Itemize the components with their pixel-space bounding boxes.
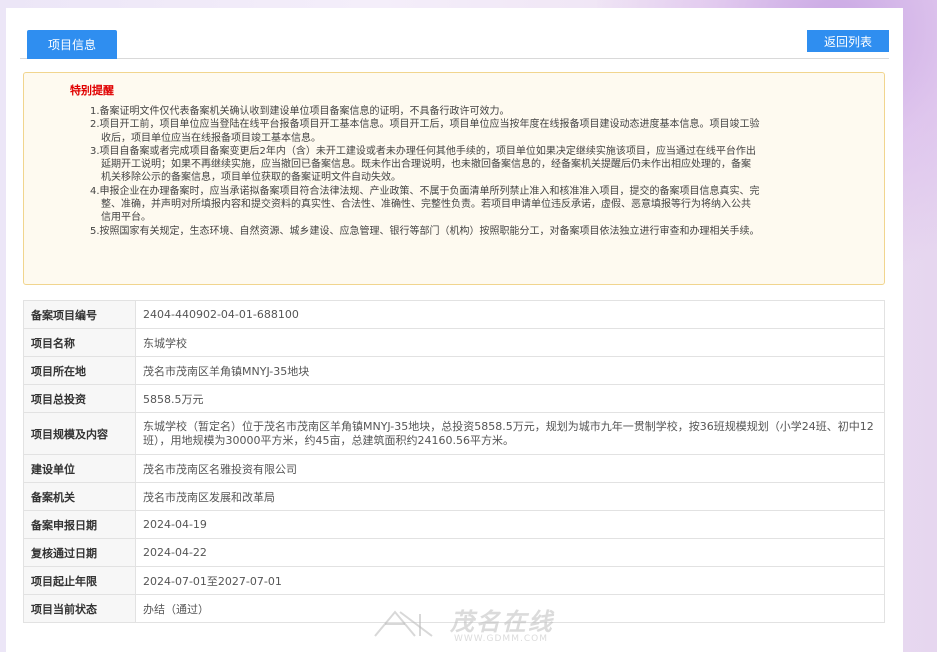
table-row: 项目名称 东城学校 [23, 328, 885, 357]
row-label: 项目当前状态 [23, 594, 136, 623]
notice-item: 3.项目自备案或者完成项目备案变更后2年内（含）未开工建设或者未办理任何其他手续… [90, 145, 756, 184]
table-row: 项目当前状态 办结（通过） [23, 594, 885, 623]
row-value: 东城学校 [135, 328, 885, 357]
row-label: 备案机关 [23, 482, 136, 511]
row-label: 备案项目编号 [23, 300, 136, 329]
notice-box: 特别提醒 1.备案证明文件仅代表备案机关确认收到建设单位项目备案信息的证明，不具… [23, 72, 885, 285]
row-label: 项目规模及内容 [23, 412, 136, 455]
row-label: 项目名称 [23, 328, 136, 357]
tab-project-info[interactable]: 项目信息 [27, 30, 117, 59]
row-value: 2024-04-22 [135, 538, 885, 567]
row-value: 5858.5万元 [135, 384, 885, 413]
table-row: 建设单位 茂名市茂南区名雅投资有限公司 [23, 454, 885, 483]
table-row: 项目规模及内容 东城学校（暂定名）位于茂名市茂南区羊角镇MNYJ-35地块，总投… [23, 412, 885, 455]
table-row: 项目总投资 5858.5万元 [23, 384, 885, 413]
row-label: 项目起止年限 [23, 566, 136, 595]
row-label: 项目总投资 [23, 384, 136, 413]
row-value: 茂名市茂南区名雅投资有限公司 [135, 454, 885, 483]
table-row: 复核通过日期 2024-04-22 [23, 538, 885, 567]
row-value: 2024-04-19 [135, 510, 885, 539]
row-label: 备案申报日期 [23, 510, 136, 539]
table-row: 项目起止年限 2024-07-01至2027-07-01 [23, 566, 885, 595]
row-value: 办结（通过） [135, 594, 885, 623]
notice-body: 1.备案证明文件仅代表备案机关确认收到建设单位项目备案信息的证明，不具备行政许可… [90, 105, 760, 238]
table-row: 备案申报日期 2024-04-19 [23, 510, 885, 539]
content-panel: 项目信息 返回列表 特别提醒 1.备案证明文件仅代表备案机关确认收到建设单位项目… [6, 8, 903, 652]
row-value: 东城学校（暂定名）位于茂名市茂南区羊角镇MNYJ-35地块，总投资5858.5万… [135, 412, 885, 455]
table-row: 备案项目编号 2404-440902-04-01-688100 [23, 300, 885, 329]
notice-item: 2.项目开工前，项目单位应当登陆在线平台报备项目开工基本信息。项目开工后，项目单… [90, 119, 760, 144]
tab-bar: 项目信息 [20, 30, 889, 59]
project-info-table: 备案项目编号 2404-440902-04-01-688100 项目名称 东城学… [23, 300, 885, 623]
notice-item: 1.备案证明文件仅代表备案机关确认收到建设单位项目备案信息的证明，不具备行政许可… [90, 106, 510, 117]
row-label: 项目所在地 [23, 356, 136, 385]
row-label: 复核通过日期 [23, 538, 136, 567]
row-value: 2024-07-01至2027-07-01 [135, 566, 885, 595]
row-value: 2404-440902-04-01-688100 [135, 300, 885, 329]
table-row: 项目所在地 茂名市茂南区羊角镇MNYJ-35地块 [23, 356, 885, 385]
back-to-list-button[interactable]: 返回列表 [807, 30, 889, 52]
notice-item: 5.按照国家有关规定，生态环境、自然资源、城乡建设、应急管理、银行等部门（机构）… [90, 225, 760, 237]
row-value: 茂名市茂南区发展和改革局 [135, 482, 885, 511]
row-label: 建设单位 [23, 454, 136, 483]
notice-item: 4.申报企业在办理备案时，应当承诺拟备案项目符合法律法规、产业政策、不属于负面清… [90, 185, 760, 224]
row-value: 茂名市茂南区羊角镇MNYJ-35地块 [135, 356, 885, 385]
notice-title: 特别提醒 [70, 84, 114, 97]
table-row: 备案机关 茂名市茂南区发展和改革局 [23, 482, 885, 511]
